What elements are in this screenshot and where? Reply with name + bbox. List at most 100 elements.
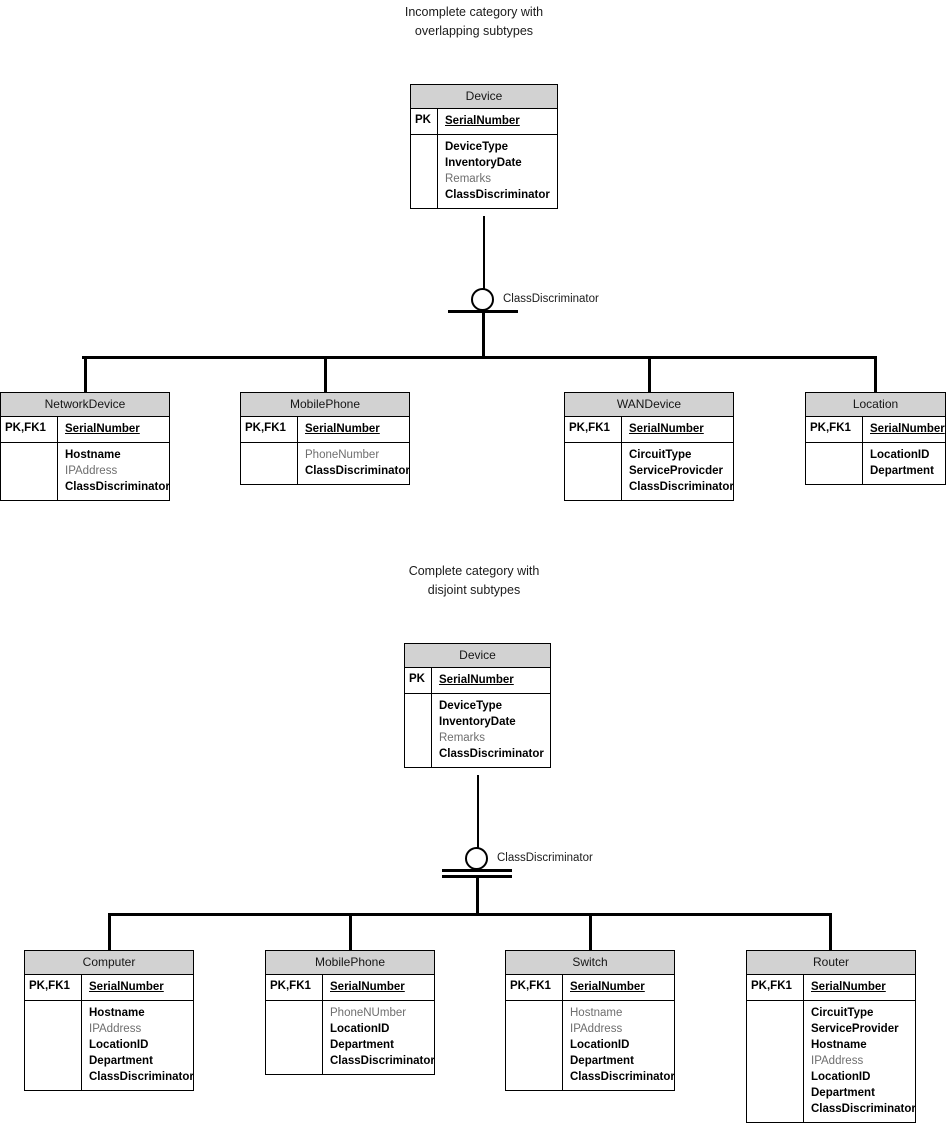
entity-key-section-complete-disjoint-supertype-device: PK SerialNumber <box>405 668 550 694</box>
connector-drop-complete-disjoint-0 <box>108 913 111 950</box>
entity-key-section-complete-disjoint-subtype-router-3: PK,FK1 SerialNumber <box>747 975 915 1001</box>
attribute-serviceprovider: ServiceProvider <box>811 1023 899 1035</box>
attribute-classdiscriminator: ClassDiscriminator <box>65 481 170 493</box>
entity-attr-keycol-complete-disjoint-subtype-mobilephone-1 <box>266 1001 323 1074</box>
connector-drop-incomplete-overlapping-3 <box>874 356 877 392</box>
entity-key-label-incomplete-overlapping-subtype-networkdevice-0: PK,FK1 <box>1 417 58 442</box>
attribute-classdiscriminator: ClassDiscriminator <box>330 1055 435 1067</box>
attribute-classdiscriminator: ClassDiscriminator <box>445 189 550 201</box>
entity-attr-keycol-incomplete-overlapping-subtype-networkdevice-0 <box>1 443 58 500</box>
connector-drop-complete-disjoint-3 <box>829 913 832 950</box>
attribute-devicetype: DeviceType <box>439 700 503 712</box>
entity-key-section-incomplete-overlapping-subtype-mobilephone-1: PK,FK1 SerialNumber <box>241 417 409 443</box>
entity-attr-keycol-incomplete-overlapping-subtype-wandevice-2 <box>565 443 622 500</box>
entity-attrs-incomplete-overlapping-subtype-networkdevice-0: Hostname IPAddress ClassDiscriminator <box>58 443 176 500</box>
entity-attrs-complete-disjoint-subtype-switch-2: Hostname IPAddress LocationID Department Cla… <box>563 1001 681 1090</box>
category-symbol-label-complete-disjoint: ClassDiscriminator <box>497 852 593 864</box>
attribute-department: Department <box>89 1055 153 1067</box>
entity-attrs-incomplete-overlapping-supertype-device: DeviceType InventoryDate Remarks ClassDiscr… <box>438 135 557 208</box>
attribute-circuittype: CircuitType <box>629 449 692 461</box>
attribute-hostname: Hostname <box>811 1039 867 1051</box>
attribute-department: Department <box>811 1087 875 1099</box>
entity-key-label-complete-disjoint-subtype-computer-0: PK,FK1 <box>25 975 82 1000</box>
attribute-hostname: Hostname <box>65 449 121 461</box>
entity-key-label-incomplete-overlapping-subtype-mobilephone-1: PK,FK1 <box>241 417 298 442</box>
attribute-serialnumber: SerialNumber <box>330 981 405 993</box>
entity-attrs-complete-disjoint-subtype-router-3: CircuitType ServiceProvider Hostname IPAddr… <box>804 1001 922 1122</box>
connector-symbol-post-incomplete-overlapping <box>482 312 485 356</box>
attribute-classdiscriminator: ClassDiscriminator <box>629 481 734 493</box>
attribute-serialnumber: SerialNumber <box>811 981 886 993</box>
entity-incomplete-overlapping-subtype-wandevice-2: WANDevice PK,FK1 SerialNumber CircuitType S… <box>564 392 734 501</box>
category-symbol-label-incomplete-overlapping: ClassDiscriminator <box>503 293 599 305</box>
entity-attr-keycol-complete-disjoint-subtype-router-3 <box>747 1001 804 1122</box>
connector-bus-complete-disjoint <box>108 913 830 916</box>
entity-attr-section-incomplete-overlapping-subtype-mobilephone-1: PhoneNumber ClassDiscriminator <box>241 443 410 484</box>
attribute-serialnumber: SerialNumber <box>439 674 514 686</box>
entity-attrs-complete-disjoint-subtype-mobilephone-1: PhoneNUmber LocationID Department ClassDisc… <box>323 1001 441 1074</box>
attribute-department: Department <box>570 1055 634 1067</box>
entity-attrs-complete-disjoint-subtype-computer-0: Hostname IPAddress LocationID Department Cla… <box>82 1001 200 1090</box>
connector-drop-incomplete-overlapping-1 <box>324 356 327 392</box>
entity-incomplete-overlapping-supertype-device: Device PK SerialNumber DeviceType Inventory… <box>410 84 558 209</box>
category-symbol-circle-complete-disjoint <box>465 847 488 870</box>
entity-attr-keycol-incomplete-overlapping-supertype-device <box>411 135 438 208</box>
entity-key-attrs-incomplete-overlapping-subtype-wandevice-2: SerialNumber <box>622 417 733 442</box>
entity-key-label-complete-disjoint-subtype-switch-2: PK,FK1 <box>506 975 563 1000</box>
entity-attr-section-incomplete-overlapping-subtype-wandevice-2: CircuitType ServiceProvicder ClassDiscrimi… <box>565 443 734 500</box>
attribute-phonenumber: PhoneNumber <box>305 449 380 461</box>
entity-key-attrs-complete-disjoint-supertype-device: SerialNumber <box>432 668 550 693</box>
entity-title-incomplete-overlapping-subtype-mobilephone-1: MobilePhone <box>241 393 409 417</box>
entity-attr-keycol-complete-disjoint-supertype-device <box>405 694 432 767</box>
attribute-classdiscriminator: ClassDiscriminator <box>439 748 544 760</box>
entity-attr-keycol-complete-disjoint-subtype-switch-2 <box>506 1001 563 1090</box>
er-diagram-page: Incomplete category with overlapping sub… <box>0 0 948 1132</box>
attribute-hostname: Hostname <box>570 1007 623 1019</box>
entity-incomplete-overlapping-subtype-mobilephone-1: MobilePhone PK,FK1 SerialNumber PhoneNumbe… <box>240 392 410 485</box>
connector-drop-complete-disjoint-2 <box>589 913 592 950</box>
connector-drop-incomplete-overlapping-0 <box>84 356 87 392</box>
attribute-classdiscriminator: ClassDiscriminator <box>305 465 410 477</box>
entity-attrs-incomplete-overlapping-subtype-mobilephone-1: PhoneNumber ClassDiscriminator <box>298 443 416 484</box>
attribute-serialnumber: SerialNumber <box>89 981 164 993</box>
entity-attr-section-incomplete-overlapping-subtype-networkdevice-0: Hostname IPAddress ClassDiscriminator <box>1 443 170 500</box>
attribute-locationid: LocationID <box>870 449 930 461</box>
entity-complete-disjoint-subtype-mobilephone-1: MobilePhone PK,FK1 SerialNumber PhoneNUmbe… <box>265 950 435 1075</box>
entity-key-label-incomplete-overlapping-subtype-location-3: PK,FK1 <box>806 417 863 442</box>
attribute-classdiscriminator: ClassDiscriminator <box>811 1103 916 1115</box>
section-caption-complete-disjoint: Complete category with disjoint subtypes <box>408 564 540 597</box>
entity-complete-disjoint-subtype-computer-0: Computer PK,FK1 SerialNumber Hostname IPAdd… <box>24 950 194 1091</box>
attribute-hostname: Hostname <box>89 1007 145 1019</box>
connector-drop-incomplete-overlapping-2 <box>648 356 651 392</box>
entity-attr-section-complete-disjoint-subtype-computer-0: Hostname IPAddress LocationID Department Cla… <box>25 1001 194 1090</box>
entity-incomplete-overlapping-subtype-location-3: Location PK,FK1 SerialNumber LocationID Dep… <box>805 392 946 485</box>
entity-attr-section-incomplete-overlapping-subtype-location-3: LocationID Department <box>806 443 945 484</box>
entity-key-attrs-complete-disjoint-subtype-computer-0: SerialNumber <box>82 975 193 1000</box>
entity-key-label-incomplete-overlapping-subtype-wandevice-2: PK,FK1 <box>565 417 622 442</box>
entity-complete-disjoint-subtype-router-3: Router PK,FK1 SerialNumber CircuitType Serv… <box>746 950 916 1123</box>
entity-key-attrs-incomplete-overlapping-subtype-mobilephone-1: SerialNumber <box>298 417 409 442</box>
entity-title-complete-disjoint-supertype-device: Device <box>405 644 550 668</box>
attribute-department: Department <box>330 1039 394 1051</box>
attribute-locationid: LocationID <box>570 1039 630 1051</box>
category-symbol-bar-complete-disjoint-2 <box>442 875 512 878</box>
entity-key-section-complete-disjoint-subtype-computer-0: PK,FK1 SerialNumber <box>25 975 193 1001</box>
attribute-ipaddress: IPAddress <box>65 465 118 477</box>
entity-key-section-complete-disjoint-subtype-switch-2: PK,FK1 SerialNumber <box>506 975 674 1001</box>
connector-supertype-stem-complete-disjoint <box>477 775 479 851</box>
connector-bus-incomplete-overlapping <box>82 356 875 359</box>
entity-incomplete-overlapping-subtype-networkdevice-0: NetworkDevice PK,FK1 SerialNumber Hostname… <box>0 392 170 501</box>
attribute-remarks: Remarks <box>445 173 492 185</box>
attribute-serialnumber: SerialNumber <box>870 423 945 435</box>
entity-key-section-complete-disjoint-subtype-mobilephone-1: PK,FK1 SerialNumber <box>266 975 434 1001</box>
entity-attrs-complete-disjoint-supertype-device: DeviceType InventoryDate Remarks ClassDiscr… <box>432 694 550 767</box>
entity-key-attrs-incomplete-overlapping-supertype-device: SerialNumber <box>438 109 557 134</box>
attribute-devicetype: DeviceType <box>445 141 509 153</box>
attribute-serialnumber: SerialNumber <box>570 981 645 993</box>
entity-complete-disjoint-subtype-switch-2: Switch PK,FK1 SerialNumber Hostname IPAddre… <box>505 950 675 1091</box>
entity-key-attrs-complete-disjoint-subtype-switch-2: SerialNumber <box>563 975 674 1000</box>
attribute-ipaddress: IPAddress <box>811 1055 864 1067</box>
entity-attr-section-complete-disjoint-subtype-switch-2: Hostname IPAddress LocationID Department Cla… <box>506 1001 675 1090</box>
attribute-ipaddress: IPAddress <box>89 1023 142 1035</box>
entity-title-complete-disjoint-subtype-router-3: Router <box>747 951 915 975</box>
